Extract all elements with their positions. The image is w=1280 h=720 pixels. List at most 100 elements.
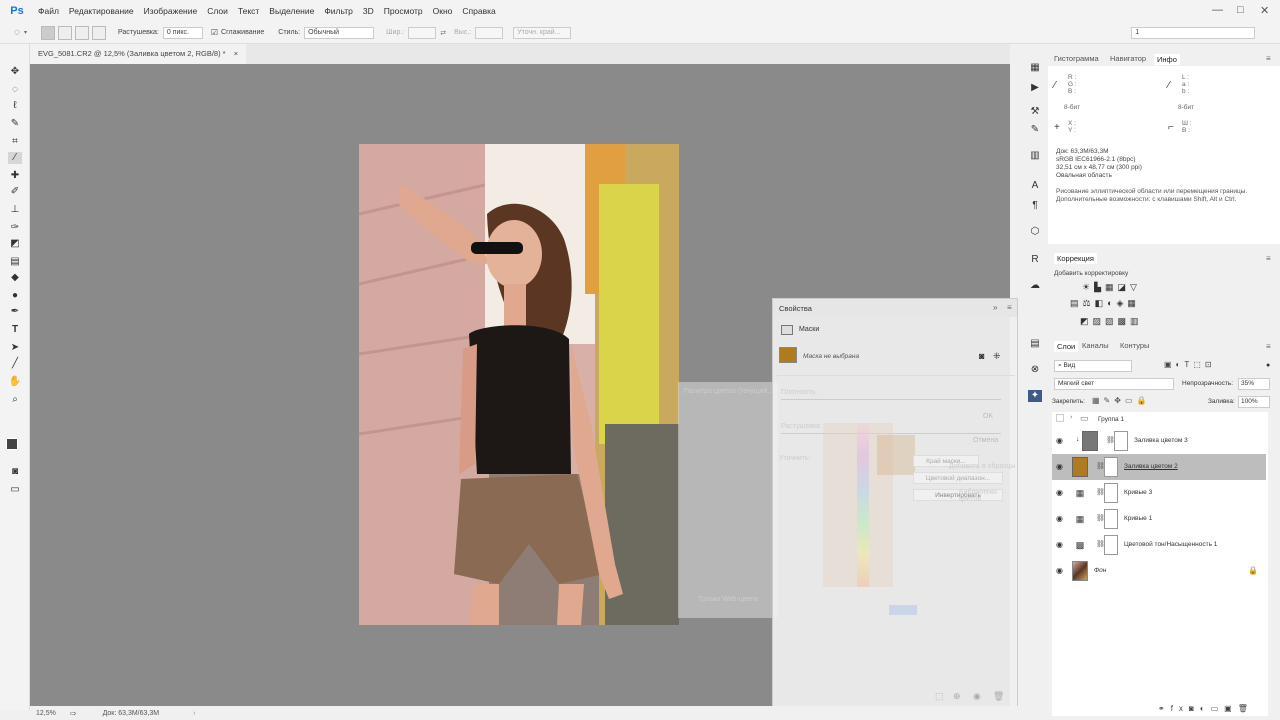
add-selection-button[interactable] — [57, 25, 72, 40]
layer-mask-thumbnail[interactable] — [1104, 457, 1118, 477]
history-brush-icon[interactable]: ✑ — [8, 222, 22, 234]
collapse-icon[interactable]: » — [993, 303, 997, 312]
export-icon[interactable]: ⇨ — [70, 709, 77, 718]
panel-menu-icon[interactable]: ≡ — [1007, 303, 1012, 312]
healing-tool-icon[interactable]: ✚ — [8, 170, 22, 182]
chevron-down-icon[interactable]: ▾ — [24, 29, 27, 36]
opacity-input[interactable]: 35% — [1238, 378, 1270, 390]
tab-paths[interactable]: Контуры — [1120, 341, 1149, 350]
fill-input[interactable]: 100% — [1238, 396, 1270, 408]
lock-icons[interactable]: ▦✎✥▭🔒 — [1092, 396, 1150, 405]
brushes-icon[interactable]: ✎ — [1028, 124, 1042, 136]
dodge-tool-icon[interactable]: ● — [8, 290, 22, 302]
panel-menu-icon[interactable]: ≡ — [1266, 54, 1271, 63]
layer-mask-thumbnail[interactable] — [1104, 483, 1118, 503]
history-icon[interactable]: ▦ — [1028, 62, 1042, 74]
panel-menu-icon[interactable]: ≡ — [1266, 342, 1271, 351]
eye-icon[interactable]: ◉ — [1056, 462, 1063, 471]
close-button[interactable]: ✕ — [1260, 4, 1269, 17]
adjustment-icons-row3[interactable]: ◩▨▧▩▥ — [1080, 316, 1143, 327]
layer-filter-select[interactable]: ⌕ Вид — [1054, 360, 1132, 372]
layer-mask-thumbnail[interactable] — [1104, 509, 1118, 529]
tool-presets-icon[interactable]: ⚒ — [1028, 106, 1042, 118]
quick-select-tool-icon[interactable]: ✎ — [8, 118, 22, 130]
style-select[interactable]: Обычный — [304, 26, 375, 39]
layer-row-background[interactable]: ◉ Фон 🔒 — [1052, 558, 1266, 584]
brush-tool-icon[interactable]: ✐ — [8, 186, 22, 198]
hand-tool-icon[interactable]: ✋ — [8, 376, 22, 388]
chevron-right-icon[interactable]: › — [1070, 414, 1072, 421]
zoom-level[interactable]: 12,5% — [36, 710, 56, 717]
layer-row[interactable]: ◉ ▩ ⛓ Цветовой тон/Насыщенность 1 — [1052, 532, 1266, 558]
eraser-tool-icon[interactable]: ◩ — [8, 238, 22, 250]
visibility-toggle[interactable] — [1056, 414, 1064, 422]
marquee-tool-icon[interactable]: ◌ — [8, 84, 22, 96]
refine-edge-button[interactable]: Уточн. край... — [513, 26, 572, 39]
lasso-tool-icon[interactable]: ℓ — [8, 100, 22, 112]
character-icon[interactable]: A — [1028, 180, 1042, 192]
swap-icon[interactable]: ⇄ — [440, 29, 446, 37]
layer-filter-icons[interactable]: ▣◐T⬚⊡ — [1164, 360, 1216, 369]
eye-icon[interactable]: ◉ — [1056, 436, 1063, 445]
panel-menu-icon[interactable]: ≡ — [1266, 254, 1271, 263]
screen-mode-icon[interactable]: ▭ — [8, 484, 22, 496]
layers-footer-icons[interactable]: ⚭fx◙◐▭▣🗑 — [1158, 704, 1254, 713]
eye-icon[interactable]: ◉ — [1056, 514, 1063, 523]
subtract-selection-button[interactable] — [74, 25, 89, 40]
menu-select[interactable]: Выделение — [269, 6, 314, 16]
color-range-button[interactable]: Цветовой диапазон... — [913, 472, 1003, 484]
3d-icon[interactable]: ⬡ — [1028, 226, 1042, 238]
menu-file[interactable]: Файл — [38, 6, 59, 16]
intersect-selection-button[interactable] — [91, 25, 106, 40]
menu-help[interactable]: Справка — [462, 6, 495, 16]
tab-navigator[interactable]: Навигатор — [1110, 54, 1146, 63]
layer-row[interactable]: ◉ ▦ ⛓ Кривые 1 — [1052, 506, 1266, 532]
info-panel-icon[interactable]: ✦ — [1028, 390, 1042, 402]
layer-comps-icon[interactable]: ▤ — [1028, 338, 1042, 350]
actions-play-icon[interactable]: ▶ — [1028, 82, 1042, 94]
load-selection-icon[interactable]: ⬚ — [935, 691, 944, 702]
channels-icon[interactable]: ⊗ — [1028, 364, 1042, 376]
trash-icon[interactable]: 🗑 — [993, 691, 1004, 702]
antialias-checkbox[interactable]: ☑ — [211, 28, 218, 37]
layer-mask-thumbnail[interactable] — [1104, 535, 1118, 555]
eye-icon[interactable]: ◉ — [1056, 566, 1063, 575]
crop-tool-icon[interactable]: ⌗ — [8, 136, 22, 148]
adjustment-icons-row2[interactable]: ▤⚖◧◐◈▦ — [1070, 298, 1140, 309]
new-selection-button[interactable] — [40, 25, 55, 40]
close-tab-icon[interactable]: × — [234, 49, 238, 58]
zoom-tool-icon[interactable]: ⌕ — [8, 394, 22, 406]
paragraph-icon[interactable]: ¶ — [1028, 200, 1042, 212]
tab-channels[interactable]: Каналы — [1082, 341, 1109, 350]
tab-info[interactable]: Инфо — [1154, 54, 1180, 65]
density-slider[interactable] — [781, 399, 1001, 400]
document-image[interactable] — [359, 144, 679, 625]
minimize-button[interactable]: — — [1212, 4, 1223, 16]
tab-layers[interactable]: Слои — [1054, 341, 1079, 352]
menu-window[interactable]: Окно — [433, 6, 453, 16]
layer-row[interactable]: ◉ ▦ ⛓ Кривые 3 — [1052, 480, 1266, 506]
gradient-tool-icon[interactable]: ▤ — [8, 256, 22, 268]
menu-filter[interactable]: Фильтр — [324, 6, 353, 16]
width-input[interactable] — [408, 26, 437, 39]
feather-input[interactable]: 0 пикс. — [162, 26, 203, 39]
eye-icon[interactable]: ◉ — [1056, 488, 1063, 497]
maximize-button[interactable]: □ — [1237, 4, 1244, 16]
apply-mask-icon[interactable]: ⊕ — [953, 691, 961, 702]
layer-row-group[interactable]: › ▭ Группа 1 — [1052, 412, 1266, 428]
layer-mask-thumbnail[interactable] — [1114, 431, 1128, 451]
layer-row-selected[interactable]: ◉ ⛓ Заливка цветом 2 — [1052, 454, 1266, 480]
line-tool-icon[interactable]: ╱ — [8, 358, 22, 370]
pixel-mask-icon[interactable]: ◙ — [979, 351, 984, 361]
menu-view[interactable]: Просмотр — [384, 6, 423, 16]
blend-mode-select[interactable]: Мягкий свет — [1054, 378, 1174, 390]
menu-edit[interactable]: Редактирование — [69, 6, 134, 16]
eyedropper-tool-icon[interactable]: ⁄ — [8, 152, 22, 164]
height-input[interactable] — [475, 26, 504, 39]
filter-toggle-icon[interactable]: ● — [1266, 362, 1270, 369]
workspace-select[interactable]: 1 — [1131, 26, 1256, 39]
stamp-tool-icon[interactable]: ⊥ — [8, 204, 22, 216]
menu-3d[interactable]: 3D — [363, 6, 374, 16]
swatches-icon[interactable]: ▥ — [1028, 150, 1042, 162]
eye-icon[interactable]: ◉ — [1056, 540, 1063, 549]
